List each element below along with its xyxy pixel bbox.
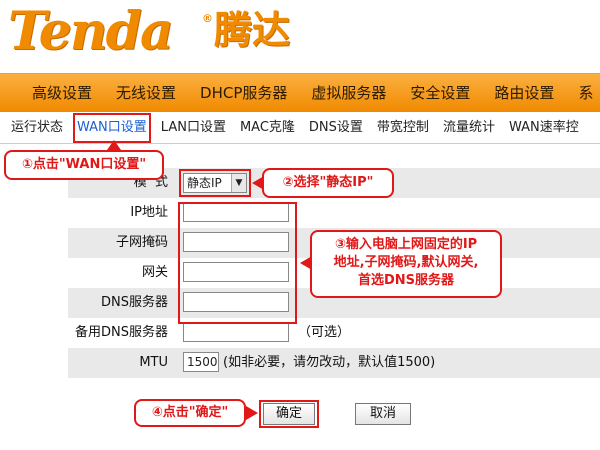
dns-input[interactable] [183,292,289,312]
alt-dns-row: 备用DNS服务器 （可选） [68,318,600,348]
nav-dhcp-server[interactable]: DHCP服务器 [188,74,299,112]
subnet-mask-label: 子网掩码 [115,235,168,250]
tab-wan-speed-control[interactable]: WAN速率控 [502,113,586,143]
registered-mark: ® [202,12,213,25]
tenda-logo: Tenda [8,1,174,62]
callout-step-4: ④点击"确定" [134,399,246,427]
callout-step-3-line3: 首选DNS服务器 [357,273,455,288]
dns-label: DNS服务器 [101,295,168,310]
nav-advanced-settings[interactable]: 高级设置 [0,74,104,112]
tab-dns-settings[interactable]: DNS设置 [302,113,370,143]
tenda-logo-chinese: 腾达 [214,8,291,52]
mtu-row: MTU 1500 (如非必要，请勿改动，默认值1500) [68,348,600,378]
dropdown-arrow-icon[interactable]: ▼ [231,174,246,192]
callout-4-arrow [246,406,258,420]
ip-address-input[interactable] [183,202,289,222]
callout-step-2: ②选择"静态IP" [262,168,394,198]
subnet-mask-input[interactable] [183,232,289,252]
mode-select-value: 静态IP [187,176,222,190]
nav-system-truncated[interactable]: 系 [566,74,600,112]
nav-security-settings[interactable]: 安全设置 [398,74,482,112]
tab-wan-settings[interactable]: WAN口设置 [73,113,151,143]
tab-bandwidth-control[interactable]: 带宽控制 [370,113,436,143]
mtu-input[interactable]: 1500 [183,352,219,372]
ok-button[interactable]: 确定 [263,403,315,425]
callout-step-1: ①点击"WAN口设置" [4,150,164,180]
sub-nav: 运行状态 WAN口设置 LAN口设置 MAC克隆 DNS设置 带宽控制 流量统计… [0,113,600,144]
callout-step-3-line1: ③输入电脑上网固定的IP [334,237,478,252]
callout-1-arrow [107,140,121,150]
callout-step-3: ③输入电脑上网固定的IP 地址,子网掩码,默认网关, 首选DNS服务器 [310,230,502,298]
gateway-label: 网关 [141,265,168,280]
header: Tenda ® 腾达 [0,0,600,72]
mtu-label: MTU [139,355,168,370]
nav-virtual-server[interactable]: 虚拟服务器 [299,74,398,112]
mtu-note: (如非必要，请勿改动，默认值1500) [223,355,436,370]
alt-dns-label: 备用DNS服务器 [75,325,168,340]
tab-mac-clone[interactable]: MAC克隆 [233,113,302,143]
nav-routing-settings[interactable]: 路由设置 [482,74,566,112]
ip-label: IP地址 [130,205,168,220]
tab-run-status[interactable]: 运行状态 [0,113,70,143]
nav-wireless-settings[interactable]: 无线设置 [104,74,188,112]
tab-traffic-stats[interactable]: 流量统计 [436,113,502,143]
ip-row: IP地址 [68,198,600,228]
cancel-button[interactable]: 取消 [355,403,411,425]
alt-dns-input[interactable] [183,322,289,342]
main-nav: 高级设置 无线设置 DHCP服务器 虚拟服务器 安全设置 路由设置 系 [0,73,600,112]
callout-step-3-line2: 地址,子网掩码,默认网关, [333,255,479,270]
mode-select[interactable]: 静态IP ▼ [183,173,247,193]
tab-lan-settings[interactable]: LAN口设置 [154,113,233,143]
gateway-input[interactable] [183,262,289,282]
alt-dns-optional-note: （可选） [298,325,351,340]
